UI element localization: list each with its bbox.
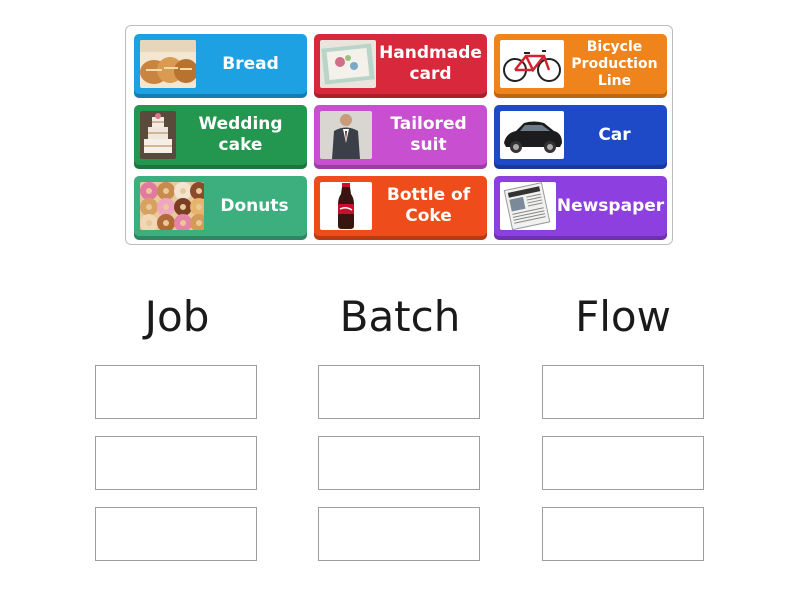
newspaper-image bbox=[500, 182, 556, 230]
drop-slot-batch-3[interactable] bbox=[318, 507, 480, 561]
tile-bread[interactable]: Bread bbox=[134, 34, 307, 98]
drop-slot-flow-2[interactable] bbox=[542, 436, 704, 490]
car-image bbox=[500, 111, 564, 159]
tile-bottle-of-coke[interactable]: Bottle of Coke bbox=[314, 176, 487, 240]
tile-label: Bicycle Production Line bbox=[571, 38, 658, 89]
tile-handmade-card[interactable]: Handmade card bbox=[314, 34, 487, 98]
tile-tailored-suit[interactable]: Tailored suit bbox=[314, 105, 487, 169]
tile-label: Bottle of Coke bbox=[386, 185, 471, 226]
tile-label: Newspaper bbox=[556, 195, 665, 216]
drop-slot-job-3[interactable] bbox=[95, 507, 257, 561]
tile-label: Handmade card bbox=[379, 43, 482, 84]
handmade-card-image bbox=[320, 40, 376, 88]
tile-car[interactable]: Car bbox=[494, 105, 667, 169]
tailored-suit-image bbox=[320, 111, 372, 159]
column-heading-flow: Flow bbox=[575, 292, 671, 341]
wedding-cake-image bbox=[140, 111, 176, 159]
tile-donuts[interactable]: Donuts bbox=[134, 176, 307, 240]
bread-image bbox=[140, 40, 196, 88]
tile-wedding-cake[interactable]: Wedding cake bbox=[134, 105, 307, 169]
tile-newspaper[interactable]: Newspaper bbox=[494, 176, 667, 240]
answer-tray: Bread Handmade card Bicycle Production L… bbox=[125, 25, 673, 245]
drop-slot-job-1[interactable] bbox=[95, 365, 257, 419]
column-heading-batch: Batch bbox=[339, 292, 461, 341]
coke-bottle-image bbox=[320, 182, 372, 230]
tile-label: Donuts bbox=[220, 195, 289, 216]
drop-slot-flow-1[interactable] bbox=[542, 365, 704, 419]
drop-slot-batch-2[interactable] bbox=[318, 436, 480, 490]
column-heading-job: Job bbox=[144, 292, 210, 341]
tile-label: Wedding cake bbox=[198, 114, 283, 155]
tile-label: Bread bbox=[222, 53, 279, 74]
tile-label: Tailored suit bbox=[390, 114, 467, 155]
tile-label: Car bbox=[598, 124, 631, 145]
tile-bicycle[interactable]: Bicycle Production Line bbox=[494, 34, 667, 98]
drop-slot-flow-3[interactable] bbox=[542, 507, 704, 561]
drop-slot-batch-1[interactable] bbox=[318, 365, 480, 419]
bicycle-image bbox=[500, 40, 564, 88]
drop-slot-job-2[interactable] bbox=[95, 436, 257, 490]
donuts-image bbox=[140, 182, 204, 230]
